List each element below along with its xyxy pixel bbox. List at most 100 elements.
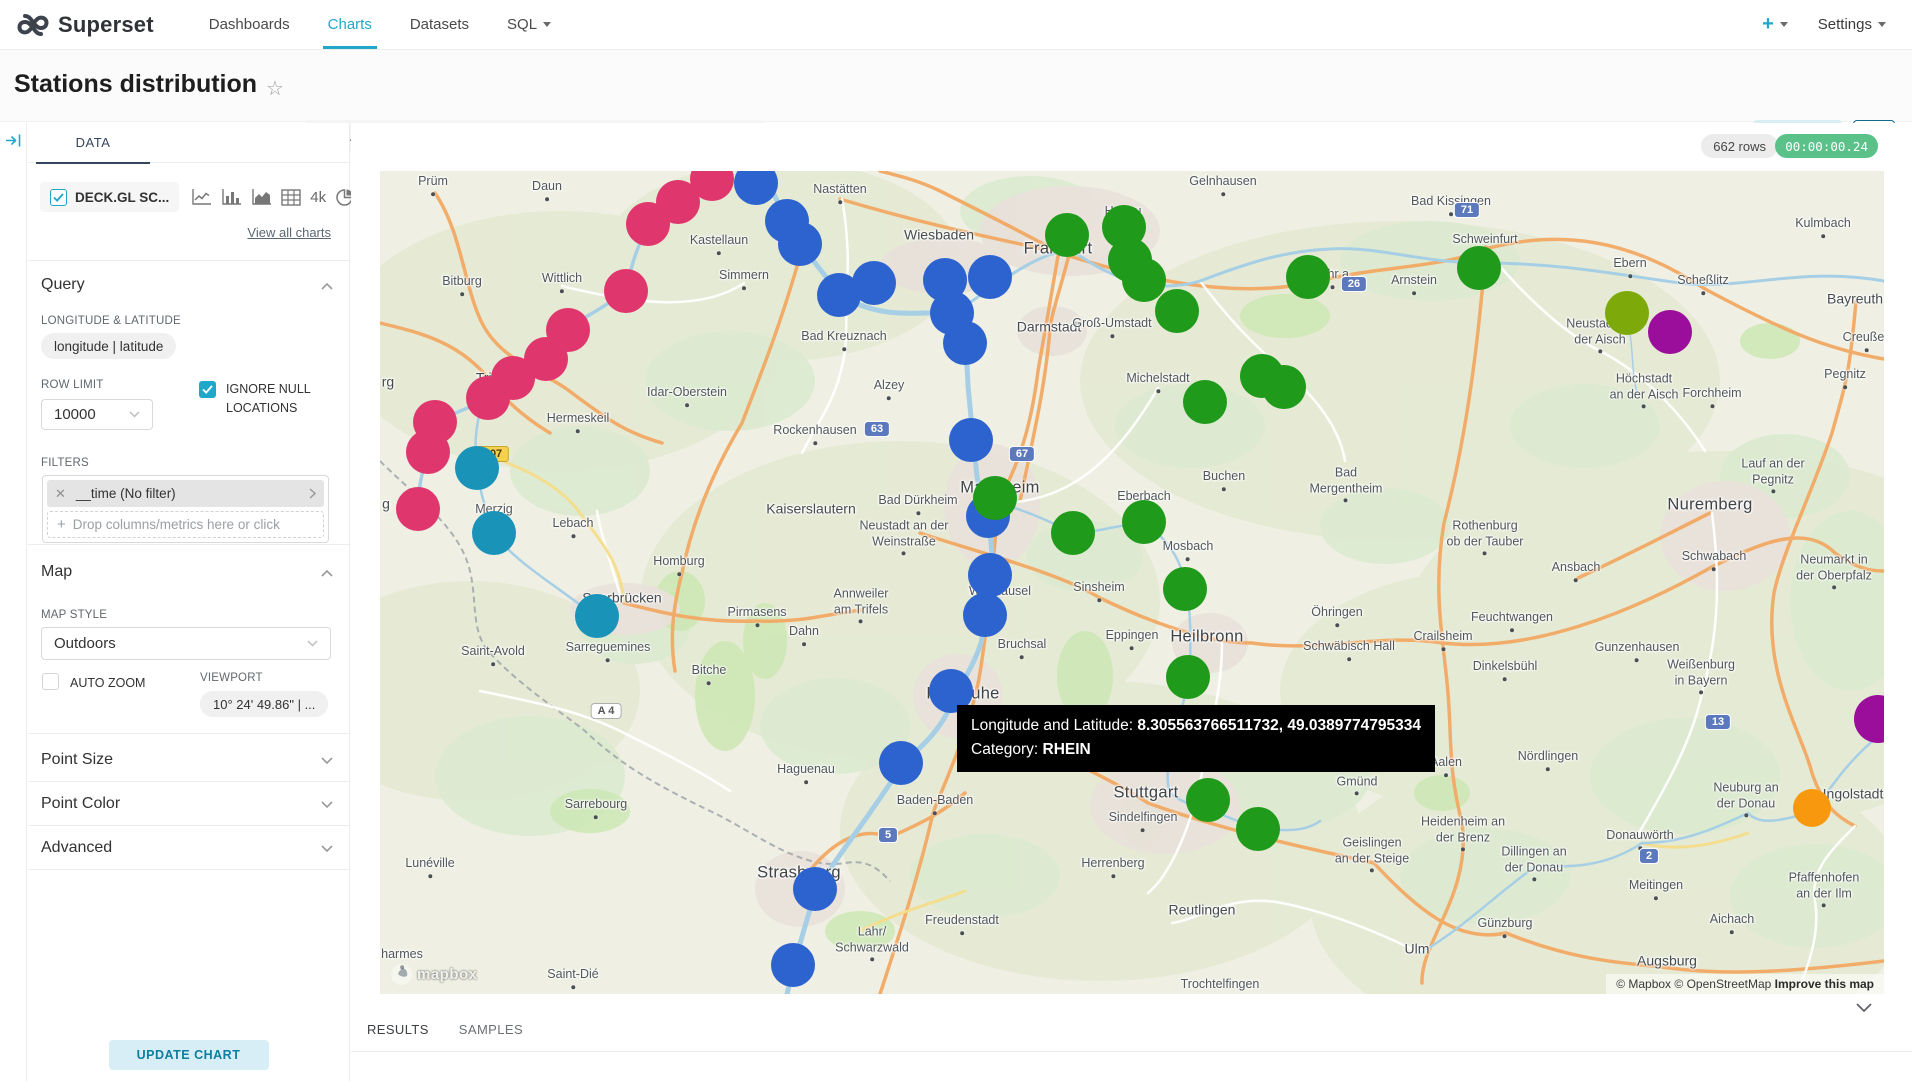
mapbox-logo[interactable]: mapbox <box>390 963 478 986</box>
ignore-null-checkbox[interactable] <box>199 381 216 398</box>
map-point[interactable] <box>1262 365 1306 409</box>
chart-header: Stations distribution ☆ Added to 1 dashb… <box>0 50 1912 122</box>
map-label: Freudenstadt <box>925 913 999 935</box>
map-label: Schwäbisch Hall <box>1303 639 1395 661</box>
map-label: Rothenburg ob der Tauber <box>1447 518 1524 555</box>
plus-icon: + <box>57 516 66 533</box>
collapse-map-icon[interactable] <box>321 569 333 577</box>
chevron-down-icon <box>1780 22 1788 27</box>
map-label: Bad Kreuznach <box>801 329 886 351</box>
advanced-section[interactable]: Advanced <box>41 839 112 857</box>
new-item-button[interactable]: + <box>1762 13 1788 36</box>
map-canvas[interactable]: PrümDaunNastättenGelnhausenBad Kissingen… <box>380 171 1884 994</box>
map-attribution[interactable]: © Mapbox © OpenStreetMap Improve this ma… <box>1606 974 1884 994</box>
map-label: Öhringen <box>1311 605 1362 627</box>
map-point[interactable] <box>1166 655 1210 699</box>
map-point[interactable] <box>406 430 450 474</box>
collapse-results-icon[interactable] <box>1856 1003 1872 1013</box>
table-icon[interactable] <box>281 189 301 206</box>
map-point[interactable] <box>575 594 619 638</box>
map-point[interactable] <box>604 269 648 313</box>
map-point[interactable] <box>793 867 837 911</box>
bar-chart-icon[interactable] <box>221 188 242 206</box>
map-style-label: MAP STYLE <box>41 609 107 621</box>
map-point[interactable] <box>1236 807 1280 851</box>
map-point[interactable] <box>1051 511 1095 555</box>
row-limit-select[interactable]: 10000 <box>41 399 153 430</box>
map-point[interactable] <box>1186 778 1230 822</box>
update-chart-button[interactable]: UPDATE CHART <box>109 1040 269 1070</box>
point-color-section[interactable]: Point Color <box>41 795 120 813</box>
line-chart-icon[interactable] <box>191 188 212 206</box>
map-point[interactable] <box>455 446 499 490</box>
map-point[interactable] <box>968 553 1012 597</box>
nav-item-dashboards[interactable]: Dashboards <box>190 0 309 49</box>
expand-point-color-icon[interactable] <box>321 801 333 809</box>
map-point[interactable] <box>1183 380 1227 424</box>
map-point[interactable] <box>396 487 440 531</box>
map-point[interactable] <box>1163 567 1207 611</box>
remove-filter-icon[interactable]: ✕ <box>55 486 66 502</box>
expand-advanced-icon[interactable] <box>321 845 333 853</box>
nav-item-datasets[interactable]: Datasets <box>391 0 488 49</box>
point-size-section[interactable]: Point Size <box>41 751 113 769</box>
collapse-query-icon[interactable] <box>321 282 333 290</box>
road-shield: 63 <box>864 421 890 437</box>
tab-samples[interactable]: SAMPLES <box>459 1022 523 1037</box>
map-point[interactable] <box>1605 291 1649 335</box>
map-point[interactable] <box>1122 258 1166 302</box>
map-point[interactable] <box>1122 500 1166 544</box>
nav-item-sql[interactable]: SQL <box>488 0 570 49</box>
map-point[interactable] <box>852 261 896 305</box>
map-style-select[interactable]: Outdoors <box>41 627 331 660</box>
expand-panel-icon[interactable] <box>5 133 22 148</box>
auto-zoom-label: AUTO ZOOM <box>70 674 145 693</box>
query-duration-badge: 00:00:00.24 <box>1775 134 1878 158</box>
map-point[interactable] <box>626 202 670 246</box>
map-point[interactable] <box>943 321 987 365</box>
map-point[interactable] <box>949 418 993 462</box>
map-label: Gelnhausen <box>1189 174 1256 196</box>
big-number-icon[interactable]: 4k <box>310 189 326 206</box>
map-label: Eppingen <box>1106 628 1159 650</box>
longlat-value-pill[interactable]: longitude | latitude <box>41 333 176 359</box>
map-label: Sarrebourg <box>565 797 628 819</box>
map-point[interactable] <box>879 741 923 785</box>
map-point[interactable] <box>778 222 822 266</box>
road-shield: 67 <box>1009 446 1035 462</box>
viz-type-selected[interactable]: DECK.GL SC... <box>40 182 179 212</box>
collapse-rail <box>0 123 27 1081</box>
map-label: Scheßlitz <box>1677 273 1728 295</box>
map-point[interactable] <box>472 511 516 555</box>
map-point[interactable] <box>466 376 510 420</box>
map-point[interactable] <box>973 476 1017 520</box>
filter-drop-zone[interactable]: + Drop columns/metrics here or click <box>47 511 324 538</box>
map-point[interactable] <box>963 593 1007 637</box>
auto-zoom-checkbox[interactable] <box>42 673 59 690</box>
filter-item-time[interactable]: ✕ __time (No filter) <box>47 480 324 507</box>
map-point[interactable] <box>1457 246 1501 290</box>
map-label: Simmern <box>719 268 769 290</box>
expand-point-size-icon[interactable] <box>321 757 333 765</box>
map-label: Bad Mergentheim <box>1310 465 1383 502</box>
settings-menu[interactable]: Settings <box>1818 16 1886 33</box>
map-point[interactable] <box>1155 289 1199 333</box>
map-point[interactable] <box>1286 255 1330 299</box>
data-panel: DATA DECK.GL SC... 4k View all charts Qu… <box>28 123 350 1081</box>
map-label: Ansbach <box>1552 560 1601 582</box>
tab-data[interactable]: DATA <box>28 123 158 163</box>
map-point[interactable] <box>968 255 1012 299</box>
map-point[interactable] <box>771 943 815 987</box>
tooltip-longlat-line: Longitude and Latitude: 8.30556376651173… <box>971 714 1421 738</box>
map-point[interactable] <box>1793 789 1831 827</box>
viewport-value-pill[interactable]: 10° 24' 49.86" | ... <box>200 691 328 717</box>
area-chart-icon[interactable] <box>251 188 272 206</box>
view-all-charts-link[interactable]: View all charts <box>247 225 331 240</box>
map-label: Stuttgart <box>1113 783 1178 804</box>
nav-item-charts[interactable]: Charts <box>309 0 391 49</box>
map-point[interactable] <box>1648 310 1692 354</box>
tab-results[interactable]: RESULTS <box>367 1022 429 1037</box>
map-point[interactable] <box>1045 213 1089 257</box>
superset-logo[interactable]: Superset <box>0 0 164 49</box>
favorite-star-icon[interactable]: ☆ <box>266 76 284 101</box>
